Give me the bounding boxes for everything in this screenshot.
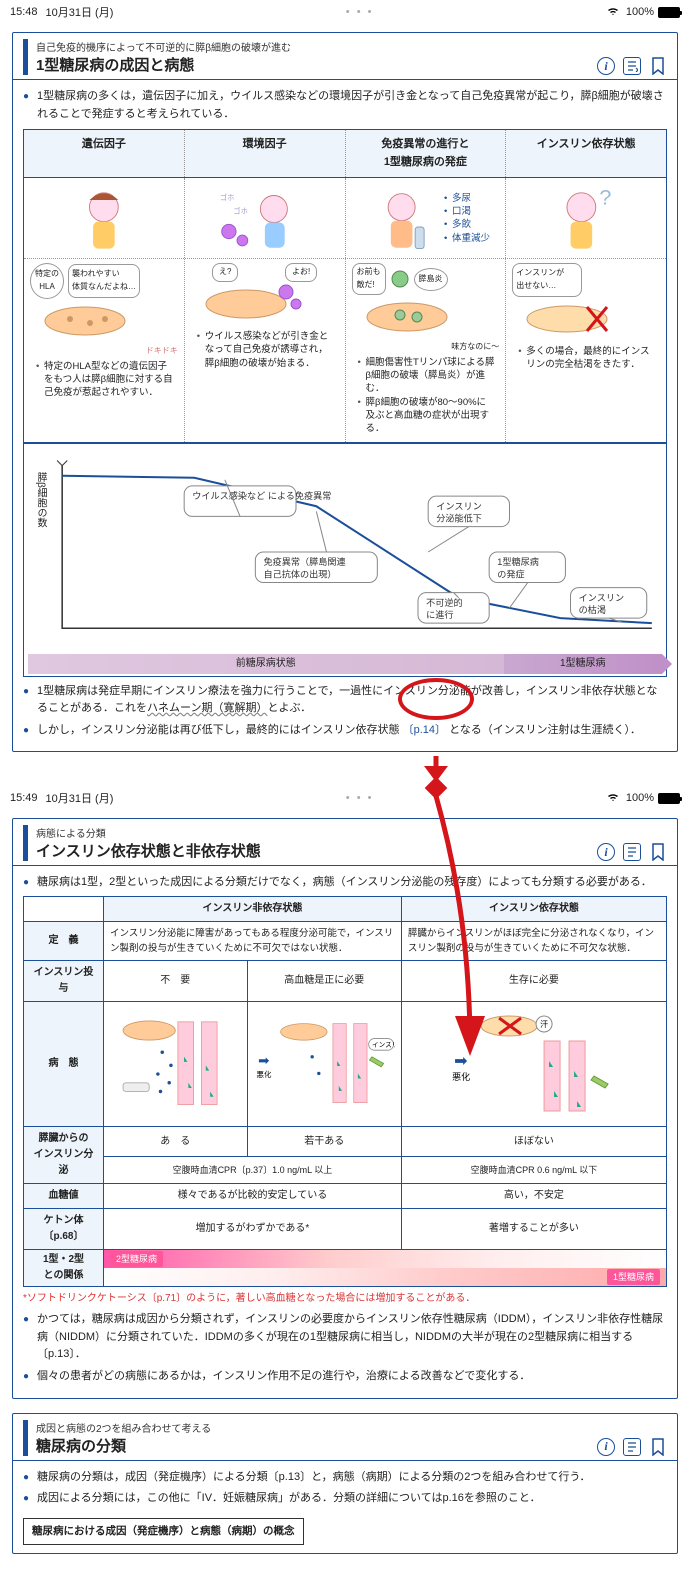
svg-text:?: ? xyxy=(600,185,612,210)
pancreas-3: お前も 敵だ! 膵島炎 味方なのに〜 細胞傷害性Tリンパ球による膵β細胞の破壊（… xyxy=(346,259,507,441)
svg-text:悪化: 悪化 xyxy=(256,1069,271,1079)
pathogenesis-diagram: 遺伝因子 環境因子 免疫異常の進行と 1型糖尿病の発症 インスリン依存状態 ゴホ… xyxy=(23,129,667,676)
info-icon[interactable]: i xyxy=(597,57,615,75)
bookmark-icon[interactable] xyxy=(649,843,667,861)
timeline-pre: 前糖尿病状態 xyxy=(28,654,504,674)
svg-text:汗: 汗 xyxy=(540,1020,548,1029)
card3-bullet2: 成因による分類には，この他に「IV．妊娠糖尿病」がある．分類の詳細についてはp.… xyxy=(23,1490,667,1508)
illus-3: 多尿口渇多飲体重減少 xyxy=(346,178,507,258)
beta-cell-graph: 膵β細胞の数 ウイルス感染など による免疫異常 免疫異常（膵島関連自己抗体の出現… xyxy=(24,443,666,676)
card2-subtitle: 病態による分類 xyxy=(36,825,597,840)
card-classification: 成因と病態の2つを組み合わせて考える 糖尿病の分類 i 糖尿病の分類は，成因（発… xyxy=(12,1413,678,1554)
card2-bullet1: かつては，糖尿病は成因から分類されず，インスリンの必要度からインスリン依存性糖尿… xyxy=(23,1311,667,1364)
svg-text:➡: ➡ xyxy=(258,1053,269,1068)
patho-cell-2: ➡悪化 インスリン xyxy=(247,1002,401,1127)
card1-foot2: しかし，インスリン分泌能は再び低下し，最終的にはインスリン依存状態 〔p.14〕… xyxy=(23,722,667,740)
note-icon[interactable] xyxy=(623,843,641,861)
col-env: 環境因子 xyxy=(185,130,346,177)
card1-title: 1型糖尿病の成因と病態 xyxy=(36,54,597,75)
svg-text:インスリン: インスリン xyxy=(372,1041,395,1049)
pancreas-2: え? よお! ウイルス感染などが引き金となって自己免疫が誘導され，膵β細胞の破壊… xyxy=(185,259,346,441)
dependence-table: インスリン非依存状態 インスリン依存状態 定 義 インスリン分泌能に障害があって… xyxy=(23,896,667,1287)
symptom-list: 多尿口渇多飲体重減少 xyxy=(442,192,490,245)
card2-bullet2: 個々の患者がどの病態にあるかは，インスリン作用不足の進行や，治療による改善などで… xyxy=(23,1368,667,1386)
svg-text:悪化: 悪化 xyxy=(452,1071,470,1082)
card2-intro: 糖尿病は1型，2型といった成因による分類だけでなく，病態（インスリン分泌能の残存… xyxy=(23,874,667,892)
page-link-p14[interactable]: 〔p.14〕 xyxy=(403,724,446,736)
wifi-icon xyxy=(606,6,620,19)
card1-intro: 1型糖尿病の多くは，遺伝因子に加え，ウイルス感染などの環境因子が引き金となって自… xyxy=(23,88,667,123)
note-icon[interactable] xyxy=(623,57,641,75)
col-immune: 免疫異常の進行と 1型糖尿病の発症 xyxy=(346,130,507,177)
battery-icon xyxy=(658,793,680,804)
patho-cell-3: ➡悪化 汗 xyxy=(401,1002,666,1127)
card3-title: 糖尿病の分類 xyxy=(36,1435,597,1456)
card3-subtitle: 成因と病態の2つを組み合わせて考える xyxy=(36,1420,597,1435)
gradient-type1: 1型糖尿病 xyxy=(104,1268,666,1286)
col-nondep: インスリン非依存状態 xyxy=(104,896,402,921)
status-time: 15:48 xyxy=(10,6,38,18)
card2-title: インスリン依存状態と非依存状態 xyxy=(36,840,597,861)
col-insulin-dep: インスリン依存状態 xyxy=(506,130,666,177)
concept-box-title: 糖尿病における成因（発症機序）と病態（病期）の概念 xyxy=(23,1518,304,1545)
card3-bullet1: 糖尿病の分類は，成因（発症機序）による分類〔p.13〕と，病態（病期）による分類… xyxy=(23,1469,667,1487)
illus-4: ? xyxy=(506,178,666,258)
battery-pct: 100% xyxy=(626,792,654,804)
pancreas-4: インスリンが 出せない… 多くの場合，最終的にインスリンの完全枯渇をきたす． xyxy=(506,259,666,441)
card1-subtitle: 自己免疫的機序によって不可逆的に膵β細胞の破壊が進む xyxy=(36,39,597,54)
svg-text:ゴホ: ゴホ xyxy=(233,207,247,216)
svg-text:ウイルス感染など による免疫異常: ウイルス感染など による免疫異常 xyxy=(192,490,331,501)
illus-1 xyxy=(24,178,185,258)
note-icon[interactable] xyxy=(623,1438,641,1456)
highlight-circle xyxy=(398,678,474,720)
col-genetic: 遺伝因子 xyxy=(24,130,185,177)
status-time: 15:49 xyxy=(10,792,38,804)
status-date: 10月31日 (月) xyxy=(46,4,114,20)
svg-text:➡: ➡ xyxy=(454,1053,467,1070)
status-date: 10月31日 (月) xyxy=(46,790,114,806)
card-insulin-state: 病態による分類 インスリン依存状態と非依存状態 i 糖尿病は1型，2型といった成… xyxy=(12,818,678,1398)
battery-icon xyxy=(658,7,680,18)
pancreas-1: 特定の HLA 襲われやすい 体質なんだよね… ドキドキ 特定のHLA型などの遺… xyxy=(24,259,185,441)
info-icon[interactable]: i xyxy=(597,1438,615,1456)
card2-redfoot: *ソフトドリンクケトーシス〔p.71〕のように，著しい高血糖となった場合には増加… xyxy=(23,1291,667,1307)
card-type1-diabetes: 自己免疫的機序によって不可逆的に膵β細胞の破壊が進む 1型糖尿病の成因と病態 i… xyxy=(12,32,678,752)
status-dots: • • • xyxy=(113,792,605,804)
illus-2: ゴホゴホ xyxy=(185,178,346,258)
bookmark-icon[interactable] xyxy=(649,57,667,75)
status-dots: • • • xyxy=(113,6,605,18)
card1-foot1: 1型糖尿病は発症早期にインスリン療法を強力に行うことで，一過性にインスリン分泌能… xyxy=(23,683,667,718)
wifi-icon xyxy=(606,792,620,805)
gradient-type2: 2型糖尿病 xyxy=(104,1250,666,1268)
timeline-post: 1型糖尿病 xyxy=(504,654,663,674)
svg-text:ゴホ: ゴホ xyxy=(220,193,234,202)
info-icon[interactable]: i xyxy=(597,843,615,861)
bookmark-icon[interactable] xyxy=(649,1438,667,1456)
status-bar: 15:49 10月31日 (月) • • • 100% xyxy=(0,786,690,810)
patho-cell-1 xyxy=(104,1002,248,1127)
status-bar: 15:48 10月31日 (月) • • • 100% xyxy=(0,0,690,24)
battery-pct: 100% xyxy=(626,6,654,18)
col-dep: インスリン依存状態 xyxy=(401,896,666,921)
